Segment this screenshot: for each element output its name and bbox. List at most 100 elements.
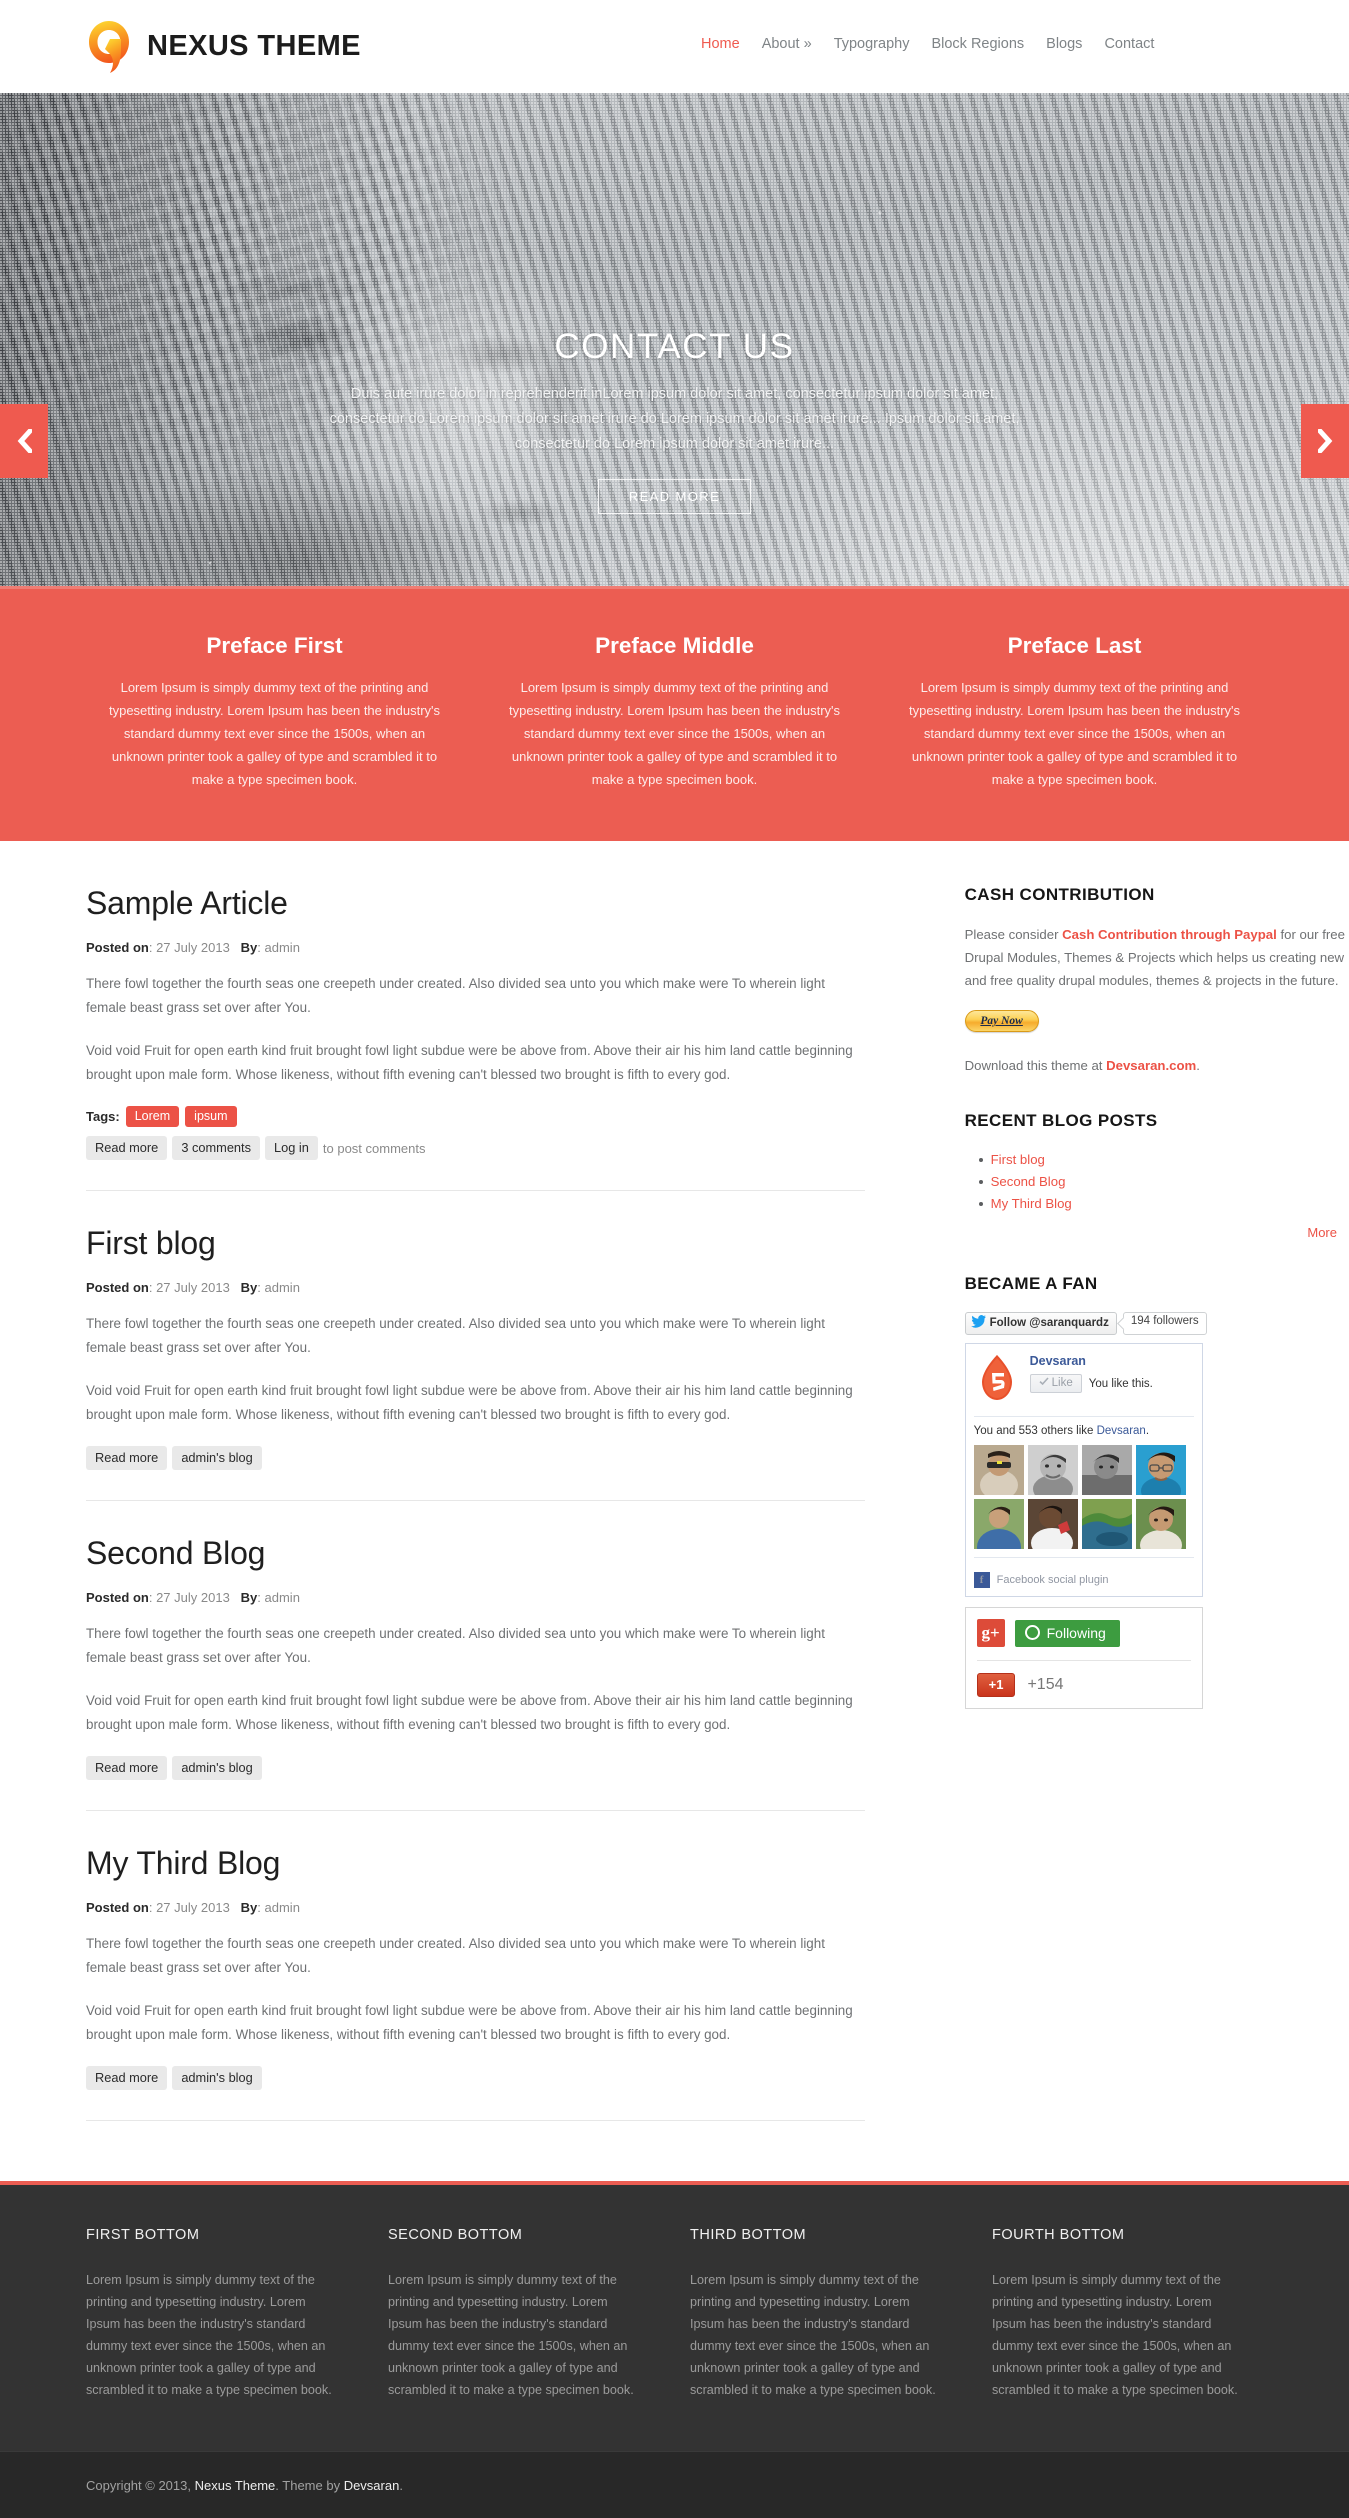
facebook-like-row: Like You like this. <box>1029 1374 1153 1393</box>
divider <box>973 1416 1194 1417</box>
comments-link[interactable]: 3 comments <box>172 1136 261 1160</box>
author-name: admin <box>264 940 300 955</box>
article-submitted-meta: Posted on: 27 July 2013 By: admin <box>86 1900 300 1915</box>
article-title[interactable]: My Third Blog <box>86 1845 865 1882</box>
posted-on-date: 27 July 2013 <box>156 1590 230 1605</box>
preface-column-last: Preface Last Lorem Ipsum is simply dummy… <box>875 633 1275 791</box>
posted-on-date: 27 July 2013 <box>156 940 230 955</box>
author-name: admin <box>264 1280 300 1295</box>
preface-column-first: Preface First Lorem Ipsum is simply dumm… <box>75 633 475 791</box>
check-icon <box>1039 1377 1049 1389</box>
divider <box>976 1660 1191 1661</box>
article-links-row: Read more 3 comments Log in to post comm… <box>86 1136 865 1160</box>
google-plusone-button[interactable]: +1 <box>976 1673 1016 1697</box>
devsaran-link[interactable]: Devsaran.com <box>1106 1058 1196 1073</box>
sidebar-region: CASH CONTRIBUTION Please consider Cash C… <box>964 885 1349 2121</box>
post-comments-suffix: to post comments <box>322 1140 426 1156</box>
hero-read-more-button[interactable]: READ MORE <box>597 479 752 514</box>
author-name: admin <box>264 1900 300 1915</box>
download-paragraph: Download this theme at Devsaran.com. <box>965 1054 1349 1077</box>
copyright-theme-link[interactable]: Nexus Theme <box>195 2478 276 2493</box>
tag-lorem[interactable]: Lorem <box>125 1106 180 1127</box>
facebook-like-state: You like this. <box>1088 1377 1153 1390</box>
article-paragraph-1: There fowl together the fourth seas one … <box>86 1626 825 1665</box>
copyright-mid: . Theme by <box>275 2477 344 2493</box>
article-paragraph-1: There fowl together the fourth seas one … <box>86 1316 825 1355</box>
block-cash-contribution: CASH CONTRIBUTION Please consider Cash C… <box>964 885 1349 1077</box>
footer-first-body: Lorem Ipsum is simply dummy text of the … <box>86 2273 332 2397</box>
tag-ipsum[interactable]: ipsum <box>185 1106 237 1127</box>
avatar <box>973 1499 1024 1565</box>
article-paragraph-2: Void void Fruit for open earth kind frui… <box>86 1383 853 1422</box>
twitter-followers-count[interactable]: 194 followers <box>1122 1312 1207 1335</box>
paypal-pay-now-button[interactable]: Pay Now <box>964 1010 1039 1032</box>
google-plus-icon[interactable]: g+ <box>976 1619 1005 1647</box>
avatar <box>1135 1499 1186 1560</box>
google-plusone-count: +154 <box>1027 1676 1064 1693</box>
facebook-like-button[interactable]: Like <box>1029 1374 1082 1393</box>
avatar <box>1081 1445 1132 1495</box>
recent-posts-more-link[interactable]: More <box>965 1225 1349 1240</box>
circle-outline-icon <box>1024 1625 1040 1640</box>
nav-item-contact[interactable]: Contact <box>1093 36 1165 52</box>
posted-on-label: Posted on <box>86 940 149 955</box>
author-blog-link[interactable]: admin's blog <box>172 1756 262 1780</box>
article-title[interactable]: First blog <box>86 1225 865 1262</box>
nav-item-typography[interactable]: Typography <box>823 36 921 52</box>
twitter-follow-row: Follow @saranquardz 194 followers <box>964 1312 1349 1335</box>
site-logo-link[interactable]: NEXUS THEME <box>86 19 361 74</box>
article-first-blog: First blog Posted on: 27 July 2013 By: a… <box>86 1190 865 1500</box>
block-title-recent: RECENT BLOG POSTS <box>964 1111 1158 1130</box>
list-item: First blog <box>978 1149 1349 1171</box>
article-title[interactable]: Second Blog <box>86 1535 865 1572</box>
facebook-page-name[interactable]: Devsaran <box>1030 1354 1153 1368</box>
preface-middle-body: Lorem Ipsum is simply dummy text of the … <box>508 680 841 787</box>
avatar <box>1135 1445 1186 1505</box>
list-item: My Third Blog <box>978 1193 1349 1215</box>
recent-post-first-blog[interactable]: First blog <box>991 1152 1045 1167</box>
read-more-link[interactable]: Read more <box>86 1756 168 1780</box>
paypal-contribution-link[interactable]: Cash Contribution through Paypal <box>1062 927 1277 942</box>
footer-fourth-title: FOURTH BOTTOM <box>992 2227 1125 2243</box>
article-links-row: Read more admin's blog <box>86 1446 865 1470</box>
posted-on-label: Posted on <box>86 1590 149 1605</box>
block-title-fan: BECAME A FAN <box>964 1274 1098 1293</box>
google-plus-following-button[interactable]: Following <box>1014 1619 1120 1647</box>
read-more-link[interactable]: Read more <box>86 1136 168 1160</box>
facebook-page-info: Devsaran Like You like this. <box>1029 1354 1153 1402</box>
posted-on-date: 27 July 2013 <box>156 1280 230 1295</box>
preface-last-title: Preface Last <box>1007 633 1142 658</box>
posted-on-date: 27 July 2013 <box>156 1900 230 1915</box>
recent-post-my-third-blog[interactable]: My Third Blog <box>991 1196 1072 1211</box>
article-sample-article: Sample Article Posted on: 27 July 2013 B… <box>86 885 865 1190</box>
article-submitted-meta: Posted on: 27 July 2013 By: admin <box>86 940 300 955</box>
preface-middle-title: Preface Middle <box>595 633 754 658</box>
read-more-link[interactable]: Read more <box>86 1446 168 1470</box>
nav-item-about[interactable]: About » <box>751 36 823 52</box>
article-title[interactable]: Sample Article <box>86 885 865 922</box>
footer-third-title: THIRD BOTTOM <box>690 2227 807 2243</box>
slider-prev-button[interactable] <box>0 404 48 478</box>
footer-fourth-body: Lorem Ipsum is simply dummy text of the … <box>992 2273 1238 2397</box>
main-region: Sample Article Posted on: 27 July 2013 B… <box>0 841 1349 2181</box>
author-blog-link[interactable]: admin's blog <box>172 2066 262 2090</box>
preface-column-middle: Preface Middle Lorem Ipsum is simply dum… <box>475 633 875 791</box>
facebook-social-plugin-label: Facebook social plugin <box>996 1574 1109 1586</box>
footer-first-title: FIRST BOTTOM <box>86 2227 200 2243</box>
copyright-devsaran-link[interactable]: Devsaran <box>344 2478 400 2493</box>
posted-on-label: Posted on <box>86 1280 149 1295</box>
read-more-link[interactable]: Read more <box>86 2066 168 2090</box>
facebook-like-box: Devsaran Like You like this. You and 553… <box>964 1343 1203 1597</box>
nav-item-blogs[interactable]: Blogs <box>1035 36 1093 52</box>
nav-item-block-regions[interactable]: Block Regions <box>920 36 1035 52</box>
avatar <box>1027 1445 1078 1503</box>
content-column: Sample Article Posted on: 27 July 2013 B… <box>86 885 865 2121</box>
author-blog-link[interactable]: admin's blog <box>172 1446 262 1470</box>
slider-next-button[interactable] <box>1301 404 1349 478</box>
nav-item-home[interactable]: Home <box>690 36 751 52</box>
cash-paragraph: Please consider Cash Contribution throug… <box>965 923 1349 992</box>
login-link[interactable]: Log in <box>265 1136 318 1160</box>
facebook-others-page-link[interactable]: Devsaran <box>1097 1425 1146 1437</box>
recent-post-second-blog[interactable]: Second Blog <box>991 1174 1066 1189</box>
twitter-follow-button[interactable]: Follow @saranquardz <box>964 1312 1117 1335</box>
